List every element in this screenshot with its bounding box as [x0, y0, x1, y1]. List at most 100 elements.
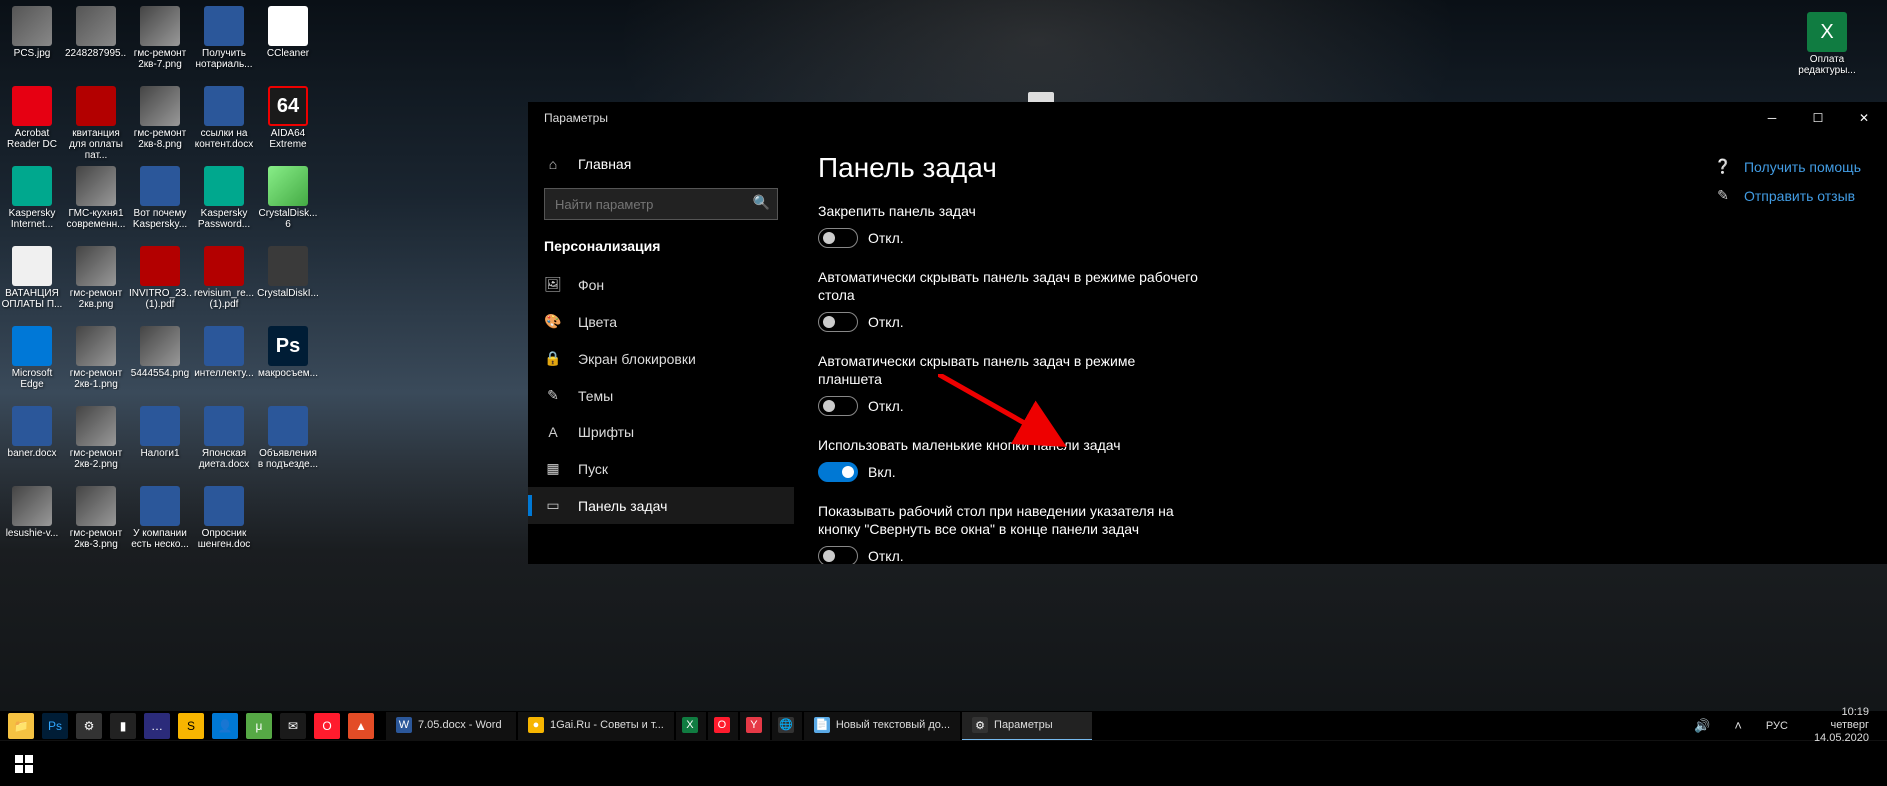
toggle-switch[interactable]: [818, 396, 858, 416]
minimize-button[interactable]: ─: [1749, 102, 1795, 134]
get-help-link[interactable]: ❔ Получить помощь: [1714, 158, 1861, 175]
clock[interactable]: 10:19 четверг 14.05.2020: [1806, 706, 1877, 745]
home-nav[interactable]: ⌂ Главная: [528, 146, 794, 182]
taskbar-task[interactable]: 📄Новый текстовый до...: [804, 712, 960, 740]
desktop-icon[interactable]: Acrobat Reader DC: [0, 84, 64, 164]
desktop-icon[interactable]: PCS.jpg: [0, 4, 64, 84]
pinned-app[interactable]: ⚙: [74, 712, 104, 740]
setting-item: Автоматически скрывать панель задач в ре…: [818, 352, 1198, 416]
desktop-icon[interactable]: 2248287995...: [64, 4, 128, 84]
desktop-icon[interactable]: Microsoft Edge: [0, 324, 64, 404]
file-icon: [12, 486, 52, 526]
pinned-app[interactable]: μ: [244, 712, 274, 740]
desktop-icon[interactable]: 64AIDA64 Extreme: [256, 84, 320, 164]
start-button[interactable]: [6, 746, 42, 782]
sidebar-item[interactable]: 🔒Экран блокировки: [528, 340, 794, 377]
sidebar-item[interactable]: ▦Пуск: [528, 450, 794, 487]
desktop-icon[interactable]: гмс-ремонт 2кв-3.png: [64, 484, 128, 564]
nav-label: Цвета: [578, 314, 617, 330]
tray-chevron-up-icon[interactable]: ˄: [1728, 718, 1748, 733]
desktop-icon[interactable]: ссылки на контент.docx: [192, 84, 256, 164]
desktop-icon[interactable]: гмс-ремонт 2кв.png: [64, 244, 128, 324]
toggle-switch[interactable]: [818, 462, 858, 482]
sidebar-item[interactable]: ▭Панель задач: [528, 487, 794, 524]
pinned-app[interactable]: 📁: [6, 712, 36, 740]
taskbar-task[interactable]: ●1Gai.Ru - Советы и т...: [518, 712, 674, 740]
desktop-icon[interactable]: Kaspersky Internet...: [0, 164, 64, 244]
sidebar-item[interactable]: AШрифты: [528, 414, 794, 450]
file-icon: [204, 246, 244, 286]
pinned-app[interactable]: O: [312, 712, 342, 740]
pinned-app[interactable]: 👤: [210, 712, 240, 740]
send-feedback-link[interactable]: ✎ Отправить отзыв: [1714, 187, 1861, 204]
toggle-switch[interactable]: [818, 312, 858, 332]
desktop-icon[interactable]: Получить нотариаль...: [192, 4, 256, 84]
desktop-icon[interactable]: CCleaner: [256, 4, 320, 84]
icon-label: Kaspersky Internet...: [1, 208, 63, 230]
taskbar-task[interactable]: ⚙Параметры: [962, 712, 1092, 740]
search-input[interactable]: [544, 188, 778, 220]
desktop-icon[interactable]: ВАТАНЦИЯ ОПЛАТЫ П...: [0, 244, 64, 324]
icon-label: Получить нотариаль...: [193, 48, 255, 70]
desktop-icon[interactable]: revisium_re... (1).pdf: [192, 244, 256, 324]
taskbar-task[interactable]: Y: [740, 712, 770, 740]
close-button[interactable]: ✕: [1841, 102, 1887, 134]
desktop-icon[interactable]: Объявления в подъезде...: [256, 404, 320, 484]
nav-label: Шрифты: [578, 424, 634, 440]
desktop-icon[interactable]: гмс-ремонт 2кв-2.png: [64, 404, 128, 484]
desktop-icon[interactable]: Японская диета.docx: [192, 404, 256, 484]
desktop-icon[interactable]: гмс-ремонт 2кв-7.png: [128, 4, 192, 84]
desktop-icon[interactable]: гмс-ремонт 2кв-1.png: [64, 324, 128, 404]
setting-item: Автоматически скрывать панель задач в ре…: [818, 268, 1198, 332]
file-icon: [76, 86, 116, 126]
desktop-icon[interactable]: У компании есть неско...: [128, 484, 192, 564]
toggle-state-label: Откл.: [868, 398, 904, 414]
toggle-state-label: Вкл.: [868, 464, 896, 480]
settings-content: Панель задач Закрепить панель задачОткл.…: [794, 134, 1887, 564]
maximize-button[interactable]: ☐: [1795, 102, 1841, 134]
desktop-icon[interactable]: Kaspersky Password...: [192, 164, 256, 244]
file-icon: Ps: [268, 326, 308, 366]
desktop-icon[interactable]: Налоги1: [128, 404, 192, 484]
sidebar-item[interactable]: 🎨Цвета: [528, 303, 794, 340]
taskbar-task[interactable]: W7.05.docx - Word: [386, 712, 516, 740]
sound-icon[interactable]: 🔊: [1688, 718, 1716, 734]
desktop-icon[interactable]: CrystalDisk... 6: [256, 164, 320, 244]
desktop-icon[interactable]: Psмакросъем...: [256, 324, 320, 404]
pinned-app[interactable]: …: [142, 712, 172, 740]
toggle-switch[interactable]: [818, 228, 858, 248]
file-icon: [204, 326, 244, 366]
pinned-app[interactable]: Ps: [40, 712, 70, 740]
icon-label: квитанция для оплаты пат...: [65, 128, 127, 161]
desktop-icon[interactable]: lesushie-v...: [0, 484, 64, 564]
desktop-icon[interactable]: интеллекту...: [192, 324, 256, 404]
desktop-icon[interactable]: 5444554.png: [128, 324, 192, 404]
icon-label: ссылки на контент.docx: [193, 128, 255, 150]
desktop-icon[interactable]: X Оплата редактуры...: [1795, 10, 1859, 90]
desktop-icon[interactable]: INVITRO_23... (1).pdf: [128, 244, 192, 324]
icon-label: Вот почему Kaspersky...: [129, 208, 191, 230]
desktop-icon[interactable]: CrystalDiskI...: [256, 244, 320, 324]
pinned-app[interactable]: ▮: [108, 712, 138, 740]
pinned-app[interactable]: ▲: [346, 712, 376, 740]
language-indicator[interactable]: РУС: [1760, 720, 1794, 732]
pinned-app[interactable]: ✉: [278, 712, 308, 740]
taskbar-task[interactable]: 🌐: [772, 712, 802, 740]
sidebar-item[interactable]: 🖼Фон: [528, 266, 794, 303]
pinned-app[interactable]: S: [176, 712, 206, 740]
desktop-icon[interactable]: Вот почему Kaspersky...: [128, 164, 192, 244]
desktop-icon[interactable]: гмс-ремонт 2кв-8.png: [128, 84, 192, 164]
taskbar-task[interactable]: O: [708, 712, 738, 740]
desktop[interactable]: PCS.jpgAcrobat Reader DC Kaspersky Intern…: [0, 0, 1887, 786]
toggle-switch[interactable]: [818, 546, 858, 564]
desktop-icon[interactable]: baner.docx: [0, 404, 64, 484]
desktop-icon[interactable]: квитанция для оплаты пат...: [64, 84, 128, 164]
desktop-icons: PCS.jpgAcrobat Reader DC Kaspersky Intern…: [0, 0, 320, 564]
sidebar-item[interactable]: ✎Темы: [528, 377, 794, 414]
titlebar[interactable]: Параметры ─ ☐ ✕: [528, 102, 1887, 134]
desktop-icon[interactable]: Опросник шенген.doc: [192, 484, 256, 564]
file-icon: [12, 406, 52, 446]
clock-time: 10:19: [1814, 706, 1869, 719]
desktop-icon[interactable]: ГМС-кухня1 современн...: [64, 164, 128, 244]
taskbar-task[interactable]: X: [676, 712, 706, 740]
